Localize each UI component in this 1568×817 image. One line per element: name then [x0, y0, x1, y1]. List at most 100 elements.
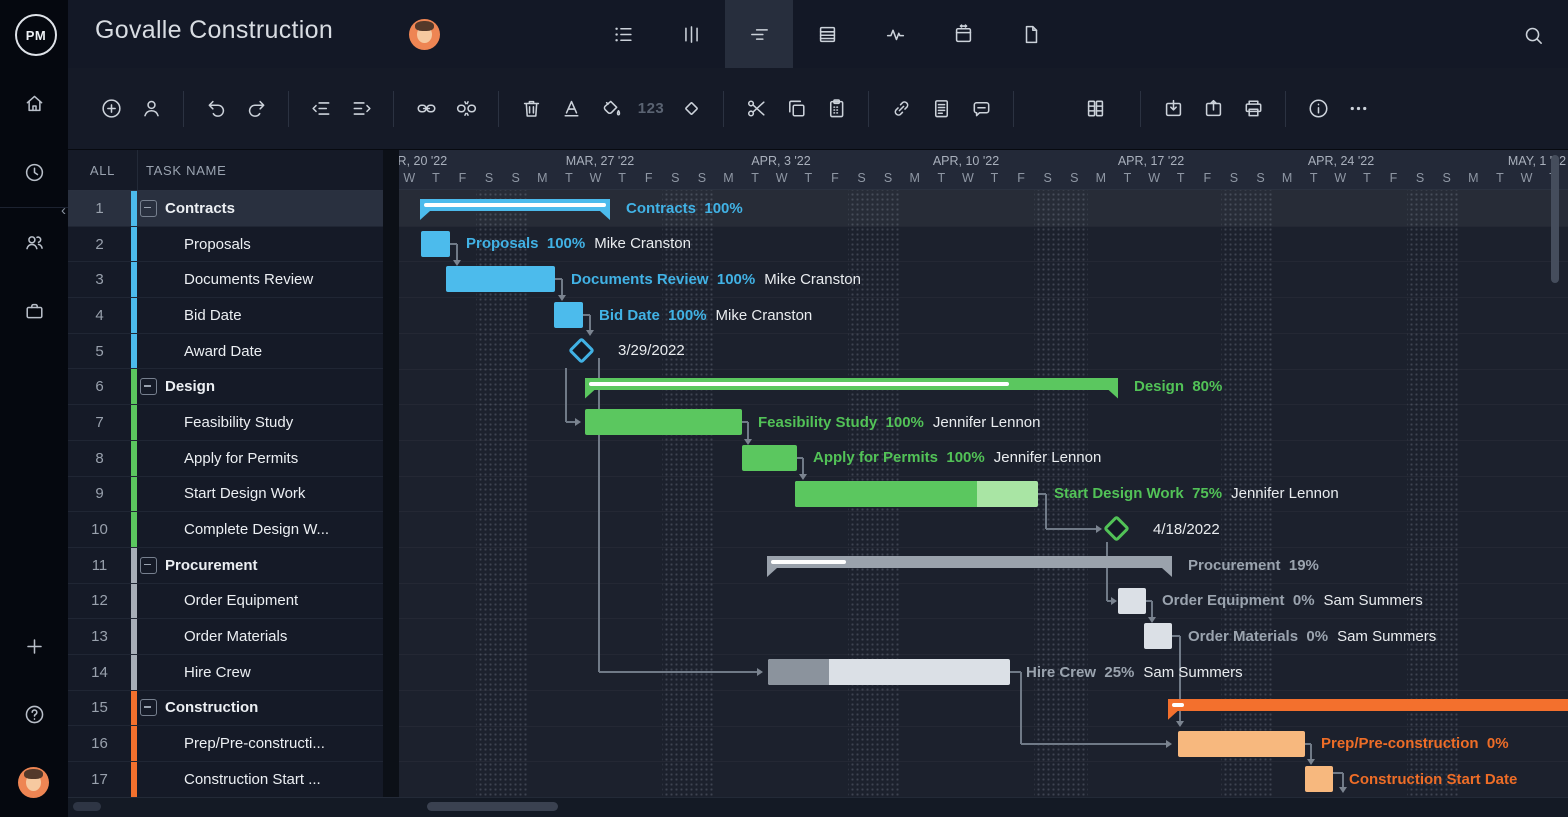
task-row-2[interactable]: 2Proposals — [68, 227, 383, 263]
task-row-4[interactable]: 4Bid Date — [68, 298, 383, 334]
collapse-group-icon[interactable] — [140, 699, 157, 716]
toolbar-divider — [393, 91, 394, 127]
task-row-17[interactable]: 17Construction Start ... — [68, 762, 383, 798]
task-row-10[interactable]: 10Complete Design W... — [68, 512, 383, 548]
sidebar-help-button[interactable] — [17, 697, 51, 731]
task-bar-proposals[interactable] — [421, 231, 450, 257]
tab-docs-view[interactable] — [997, 0, 1065, 68]
task-row-5[interactable]: 5Award Date — [68, 334, 383, 370]
bar-label-text: Design 80% — [1134, 378, 1222, 395]
bar-label: Order Materials 0%Sam Summers — [1188, 628, 1436, 645]
export-button[interactable] — [1194, 89, 1232, 129]
notes-button[interactable] — [922, 89, 960, 129]
task-row-3[interactable]: 3Documents Review — [68, 262, 383, 298]
task-row-13[interactable]: 13Order Materials — [68, 619, 383, 655]
milestone-diamond[interactable] — [1103, 515, 1130, 542]
task-row-12[interactable]: 12Order Equipment — [68, 584, 383, 620]
task-row-7[interactable]: 7Feasibility Study — [68, 405, 383, 441]
milestone-diamond[interactable] — [568, 337, 595, 364]
undo-button[interactable] — [197, 89, 235, 129]
tab-sheet-view[interactable] — [793, 0, 861, 68]
task-row-8[interactable]: 8Apply for Permits — [68, 441, 383, 477]
task-row-6[interactable]: 6Design — [68, 369, 383, 405]
sidebar-recent-button[interactable] — [17, 155, 51, 189]
task-row-14[interactable]: 14Hire Crew — [68, 655, 383, 691]
task-bar-feasibility-study[interactable] — [585, 409, 742, 435]
copy-button[interactable] — [777, 89, 815, 129]
delete-button[interactable] — [512, 89, 550, 129]
task-bar-apply-for-permits[interactable] — [742, 445, 797, 471]
column-header-task-name[interactable]: TASK NAME — [137, 150, 383, 190]
task-row-11[interactable]: 11Procurement — [68, 548, 383, 584]
milestone-button[interactable] — [672, 89, 710, 129]
task-bar-construction-start-date[interactable] — [1305, 766, 1333, 792]
numbers-button[interactable]: 123 — [632, 89, 670, 129]
task-bar-documents-review[interactable] — [446, 266, 555, 292]
unlink-tasks-button[interactable] — [447, 89, 485, 129]
summary-bar-Design[interactable] — [585, 378, 1118, 390]
task-panel-scrollbar[interactable] — [73, 802, 101, 811]
collapse-group-icon[interactable] — [140, 378, 157, 395]
tab-board-view[interactable] — [657, 0, 725, 68]
indent-button[interactable] — [342, 89, 380, 129]
task-name-cell: Order Materials — [137, 619, 383, 654]
tab-activity-view[interactable] — [861, 0, 929, 68]
task-bar-prep-pre-construction[interactable] — [1178, 731, 1305, 757]
task-bar-hire-crew[interactable] — [768, 659, 1010, 685]
toolbar-divider — [183, 91, 184, 127]
task-bar-start-design-work[interactable] — [795, 481, 1038, 507]
summary-cap — [1108, 390, 1118, 399]
outdent-button[interactable] — [302, 89, 340, 129]
summary-bar-orange[interactable] — [1168, 699, 1568, 711]
week-label: APR, 10 '22 — [933, 154, 999, 168]
summary-bar-Procurement[interactable] — [767, 556, 1172, 568]
task-bar-bid-date[interactable] — [554, 302, 583, 328]
tab-calendar-view[interactable] — [929, 0, 997, 68]
attachment-button[interactable] — [882, 89, 920, 129]
link-tasks-button[interactable] — [407, 89, 445, 129]
task-row-number: 10 — [68, 512, 131, 547]
summary-bar-Contracts[interactable] — [420, 199, 610, 211]
paste-button[interactable] — [817, 89, 855, 129]
task-row-9[interactable]: 9Start Design Work — [68, 477, 383, 513]
cut-button[interactable] — [737, 89, 775, 129]
panel-splitter[interactable] — [383, 150, 399, 797]
search-button[interactable] — [1519, 21, 1547, 49]
column-header-all[interactable]: ALL — [68, 163, 137, 178]
tab-list-view[interactable] — [589, 0, 657, 68]
project-owner-avatar[interactable] — [409, 19, 440, 50]
task-bar-order-equipment[interactable] — [1118, 588, 1146, 614]
sidebar-add-new-button[interactable] — [17, 629, 51, 663]
task-row-15[interactable]: 15Construction — [68, 691, 383, 727]
comment-button[interactable] — [962, 89, 1000, 129]
collapse-group-icon[interactable] — [140, 557, 157, 574]
vertical-scrollbar[interactable] — [1551, 155, 1559, 283]
redo-button[interactable] — [237, 89, 275, 129]
text-style-button[interactable] — [552, 89, 590, 129]
add-task-button[interactable] — [92, 89, 130, 129]
task-name-cell: Design — [137, 369, 383, 404]
collapse-group-icon[interactable] — [140, 200, 157, 217]
chart-horizontal-scrollbar[interactable] — [427, 802, 558, 811]
task-row-1[interactable]: 1Contracts — [68, 191, 383, 227]
fill-color-button[interactable] — [592, 89, 630, 129]
user-avatar[interactable] — [18, 767, 49, 798]
collapse-panel-icon[interactable]: ‹ — [61, 202, 66, 219]
sidebar-team-button[interactable] — [17, 225, 51, 259]
task-row-16[interactable]: 16Prep/Pre-constructi... — [68, 726, 383, 762]
sidebar-projects-button[interactable] — [17, 294, 51, 328]
columns-button[interactable] — [1076, 89, 1114, 129]
add-person-button[interactable] — [132, 89, 170, 129]
more-button[interactable] — [1339, 89, 1377, 129]
task-row-number: 12 — [68, 584, 131, 619]
task-row-number: 1 — [68, 191, 131, 226]
pm-logo[interactable]: PM — [15, 14, 57, 56]
tab-gantt-view[interactable] — [725, 0, 793, 68]
sidebar-home-button[interactable] — [17, 86, 51, 120]
info-button[interactable] — [1299, 89, 1337, 129]
print-button[interactable] — [1234, 89, 1272, 129]
task-bar-order-materials[interactable] — [1144, 623, 1172, 649]
view-switcher — [589, 0, 1065, 68]
day-letter: T — [928, 171, 955, 185]
import-button[interactable] — [1154, 89, 1192, 129]
